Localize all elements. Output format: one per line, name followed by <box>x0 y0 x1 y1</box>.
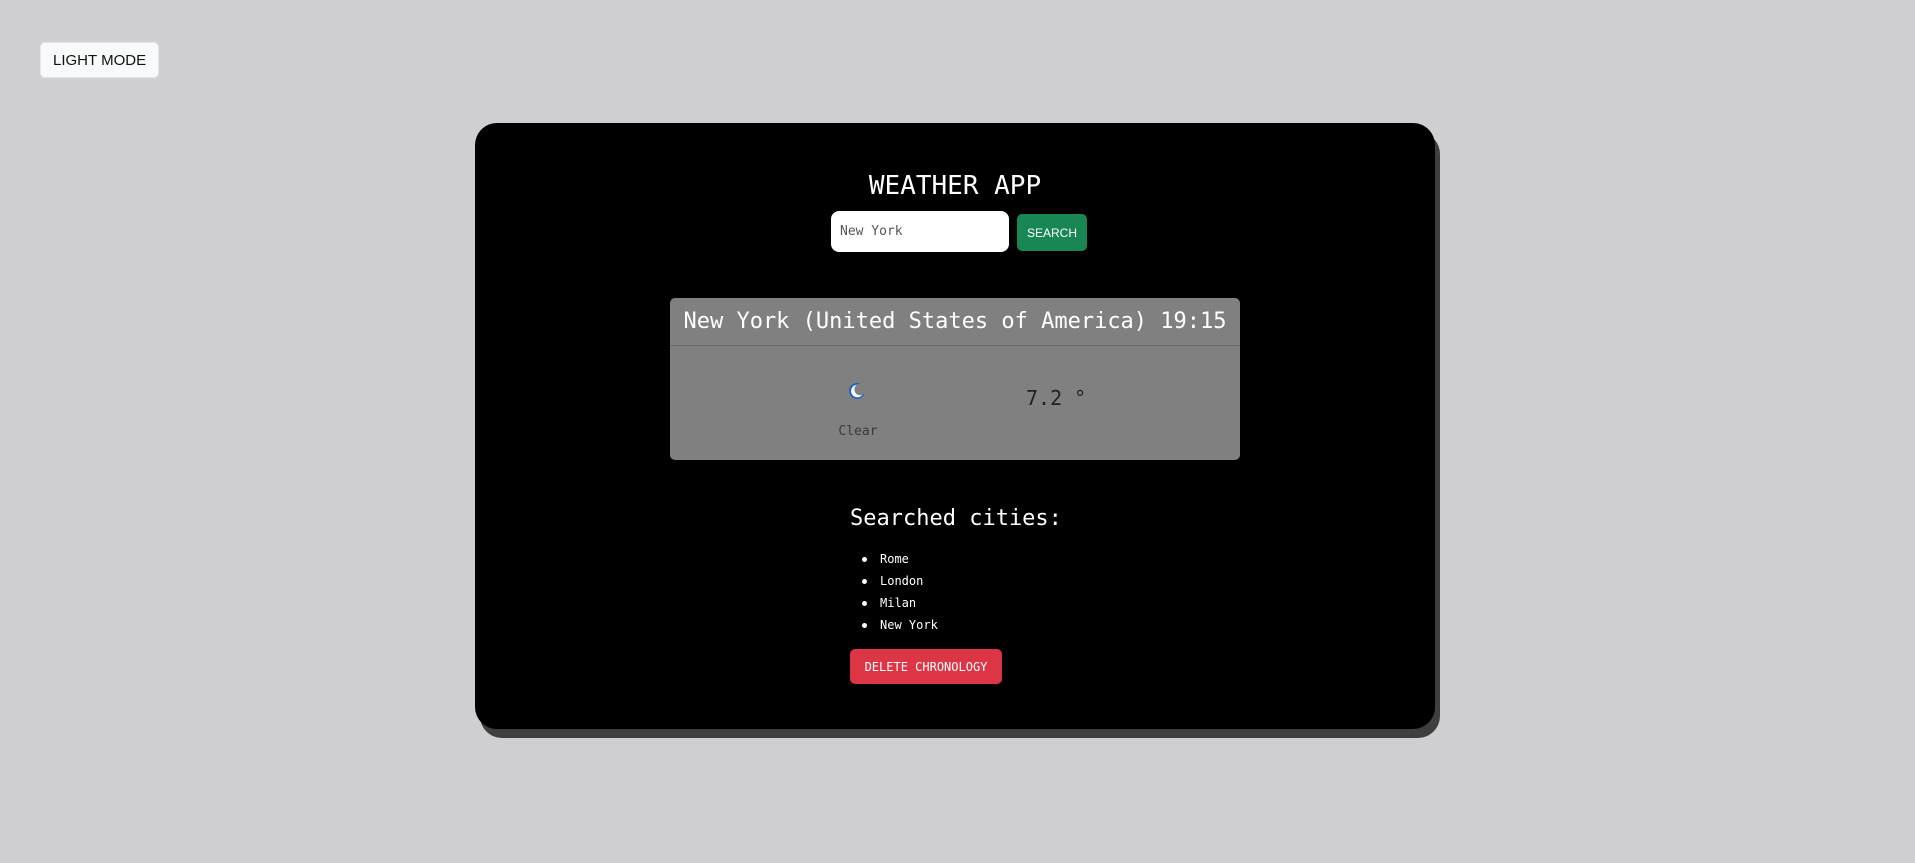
searched-city-item: Milan <box>855 592 938 614</box>
weather-app-card: WEATHER APP SEARCH New York (United Stat… <box>475 123 1435 729</box>
weather-location-time: New York (United States of America) 19:1… <box>670 298 1240 346</box>
crescent-moon-icon <box>849 383 866 399</box>
weather-result-panel: New York (United States of America) 19:1… <box>670 298 1240 460</box>
theme-toggle-button[interactable]: LIGHT MODE <box>40 42 160 78</box>
searched-cities-list: Rome London Milan New York <box>855 548 938 636</box>
searched-city-item: Rome <box>855 548 938 570</box>
searched-cities-title: Searched cities: <box>850 506 1062 531</box>
delete-chronology-button[interactable]: DELETE CHRONOLOGY <box>850 649 1002 684</box>
weather-condition: Clear <box>838 424 878 439</box>
temperature-value: 7.2 ° <box>1026 386 1087 410</box>
searched-city-item: London <box>855 570 938 592</box>
app-title: WEATHER APP <box>868 171 1042 201</box>
searched-city-item: New York <box>855 614 938 636</box>
weather-details: Clear 7.2 ° <box>670 346 1240 460</box>
search-button[interactable]: SEARCH <box>1017 214 1087 251</box>
city-search-input[interactable] <box>831 211 1009 252</box>
